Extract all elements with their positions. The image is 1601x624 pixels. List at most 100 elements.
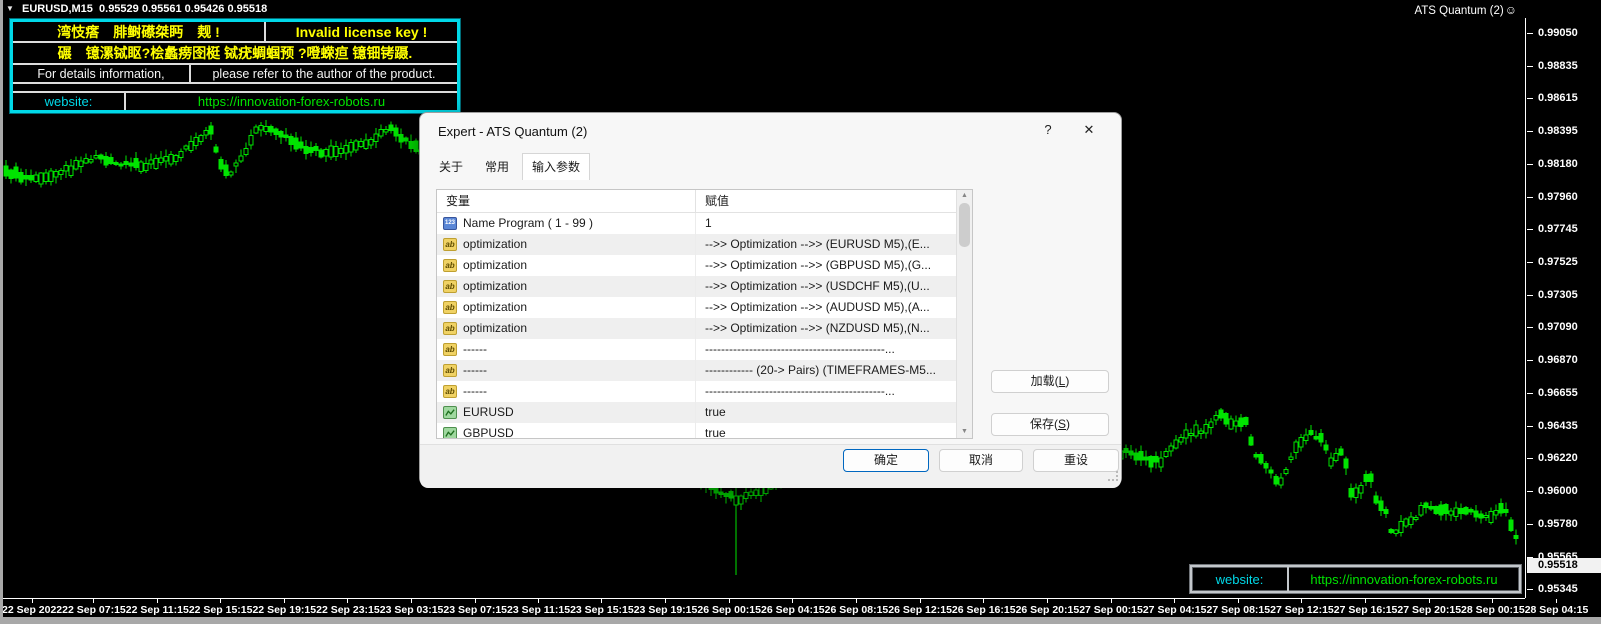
save-button[interactable]: 保存(S): [991, 413, 1109, 436]
ea-smiley-icon[interactable]: ☺: [1505, 3, 1517, 17]
tab-common[interactable]: 常用: [476, 155, 518, 179]
window-edge-left: [0, 0, 3, 624]
param-value[interactable]: true: [696, 402, 972, 423]
param-row[interactable]: aboptimization-->> Optimization -->> (GB…: [437, 255, 972, 276]
time-tick-label: 22 Sep 19:15: [252, 604, 316, 616]
time-tick: 22 Sep 23:15: [316, 599, 380, 617]
price-tick-label: 0.95345: [1526, 583, 1578, 595]
time-tick-label: 26 Sep 16:15: [952, 604, 1016, 616]
param-value[interactable]: ----------------------------------------…: [696, 381, 972, 402]
param-value[interactable]: -->> Optimization -->> (NZDUSD M5),(N...: [696, 318, 972, 339]
ea-badge: ATS Quantum (2)☺: [1414, 3, 1517, 17]
watermark-website-url[interactable]: https://innovation-forex-robots.ru: [1289, 567, 1519, 591]
ea-name-label: ATS Quantum (2): [1414, 5, 1503, 17]
param-name: optimization: [463, 297, 527, 318]
param-row[interactable]: ab------------------ (20-> Pairs) (TIMEF…: [437, 360, 972, 381]
table-scrollbar[interactable]: ▲ ▼: [956, 190, 972, 438]
column-header-variable[interactable]: 变量: [437, 190, 696, 212]
time-tick: 23 Sep 15:15: [570, 599, 634, 617]
dialog-title: Expert - ATS Quantum (2): [438, 124, 587, 139]
details-info-label: For details information,: [13, 65, 191, 82]
price-tick-label: 0.96655: [1526, 387, 1578, 399]
time-tick-label: 26 Sep 20:15: [1016, 604, 1080, 616]
license-warning-box: 湾忮瘩 腓鲥礤桀眄 觌 ! Invalid license key ! 碾 镱漯…: [10, 19, 460, 113]
time-tick-label: 28 Sep 00:15: [1461, 604, 1525, 616]
param-value[interactable]: ------------ (20-> Pairs) (TIMEFRAMES-M5…: [696, 360, 972, 381]
time-tick-label: 23 Sep 15:15: [570, 604, 634, 616]
param-value[interactable]: -->> Optimization -->> (EURUSD M5),(E...: [696, 234, 972, 255]
time-tick-label: 23 Sep 19:15: [634, 604, 698, 616]
load-button[interactable]: 加载(L): [991, 370, 1109, 393]
scroll-down-icon[interactable]: ▼: [957, 427, 972, 437]
close-icon[interactable]: ✕: [1080, 122, 1098, 140]
param-row[interactable]: ab--------------------------------------…: [437, 381, 972, 402]
watermark-website-label: website:: [1192, 567, 1289, 591]
scrollbar-thumb[interactable]: [959, 203, 970, 247]
website-label: website:: [13, 93, 126, 110]
time-tick: 26 Sep 16:15: [952, 599, 1016, 617]
time-tick: 26 Sep 12:15: [888, 599, 952, 617]
tab-about[interactable]: 关于: [430, 155, 472, 179]
price-tick-label: 0.96435: [1526, 420, 1578, 432]
time-tick: 27 Sep 12:15: [1270, 599, 1334, 617]
param-name: optimization: [463, 318, 527, 339]
time-tick: 27 Sep 20:15: [1397, 599, 1461, 617]
time-tick-label: 26 Sep 00:15: [697, 604, 761, 616]
time-tick: 27 Sep 00:15: [1079, 599, 1143, 617]
time-tick-label: 23 Sep 03:15: [380, 604, 444, 616]
string-icon: ab: [443, 364, 457, 377]
tab-inputs[interactable]: 输入参数: [522, 153, 590, 180]
param-value[interactable]: ----------------------------------------…: [696, 339, 972, 360]
time-tick-label: 22 Sep 23:15: [316, 604, 380, 616]
resize-grip[interactable]: [1108, 471, 1118, 481]
time-tick-label: 26 Sep 04:15: [761, 604, 825, 616]
time-tick-label: 27 Sep 08:15: [1206, 604, 1270, 616]
reset-button[interactable]: 重设: [1033, 449, 1119, 472]
param-row[interactable]: 123Name Program ( 1 - 99 )1: [437, 213, 972, 234]
param-name: GBPUSD: [463, 423, 514, 439]
time-tick: 22 Sep 2022: [2, 599, 62, 617]
watermark-website-box: website: https://innovation-forex-robots…: [1190, 565, 1521, 593]
time-tick-label: 22 Sep 11:15: [126, 604, 189, 616]
param-row[interactable]: aboptimization-->> Optimization -->> (NZ…: [437, 318, 972, 339]
time-tick-label: 23 Sep 07:15: [443, 604, 507, 616]
param-row[interactable]: aboptimization-->> Optimization -->> (US…: [437, 276, 972, 297]
ok-button[interactable]: 确定: [843, 449, 929, 472]
param-value[interactable]: 1: [696, 213, 972, 234]
license-garbled-text: 碾 镱漯铽眍?桧蠡痨囹梃 铽疣蜩蝈预 ?噔蝾疸 镱钿铐蹑.: [13, 43, 457, 63]
time-tick-label: 22 Sep 07:15: [62, 604, 126, 616]
license-row-2: 碾 镱漯铽眍?桧蠡痨囹梃 铽疣蜩蝈预 ?噔蝾疸 镱钿铐蹑.: [13, 43, 457, 65]
param-row[interactable]: aboptimization-->> Optimization -->> (AU…: [437, 297, 972, 318]
param-name: optimization: [463, 234, 527, 255]
time-tick-label: 26 Sep 12:15: [888, 604, 952, 616]
window-edge-bottom: [0, 617, 1601, 624]
cancel-button[interactable]: 取消: [939, 449, 1023, 472]
time-tick-label: 27 Sep 20:15: [1397, 604, 1461, 616]
price-tick-label: 0.97305: [1526, 289, 1578, 301]
chart-menu-triangle-icon[interactable]: ▼: [6, 4, 14, 13]
time-tick: 23 Sep 11:15: [507, 599, 570, 617]
scroll-up-icon[interactable]: ▲: [957, 191, 972, 201]
param-value[interactable]: true: [696, 423, 972, 439]
time-tick: 26 Sep 20:15: [1016, 599, 1080, 617]
param-row[interactable]: EURUSDtrue: [437, 402, 972, 423]
refer-author-label: please refer to the author of the produc…: [191, 65, 457, 82]
time-tick-label: 27 Sep 16:15: [1334, 604, 1398, 616]
param-row[interactable]: GBPUSD true: [437, 423, 972, 439]
param-value[interactable]: -->> Optimization -->> (AUDUSD M5),(A...: [696, 297, 972, 318]
column-header-value[interactable]: 赋值: [696, 190, 972, 212]
param-row[interactable]: ab--------------------------------------…: [437, 339, 972, 360]
param-value[interactable]: -->> Optimization -->> (GBPUSD M5),(G...: [696, 255, 972, 276]
website-url[interactable]: https://innovation-forex-robots.ru: [126, 93, 457, 110]
param-row[interactable]: aboptimization-->> Optimization -->> (EU…: [437, 234, 972, 255]
time-tick-label: 27 Sep 00:15: [1079, 604, 1143, 616]
price-tick-label: 0.97960: [1526, 191, 1578, 203]
string-icon: ab: [443, 259, 457, 272]
help-button[interactable]: ?: [1040, 122, 1056, 140]
invalid-license-label: Invalid license key !: [266, 22, 457, 41]
param-value[interactable]: -->> Optimization -->> (USDCHF M5),(U...: [696, 276, 972, 297]
time-tick: 27 Sep 16:15: [1334, 599, 1398, 617]
time-tick: 23 Sep 03:15: [380, 599, 444, 617]
price-tick-label: 0.96000: [1526, 485, 1578, 497]
price-tick-label: 0.98180: [1526, 158, 1578, 170]
